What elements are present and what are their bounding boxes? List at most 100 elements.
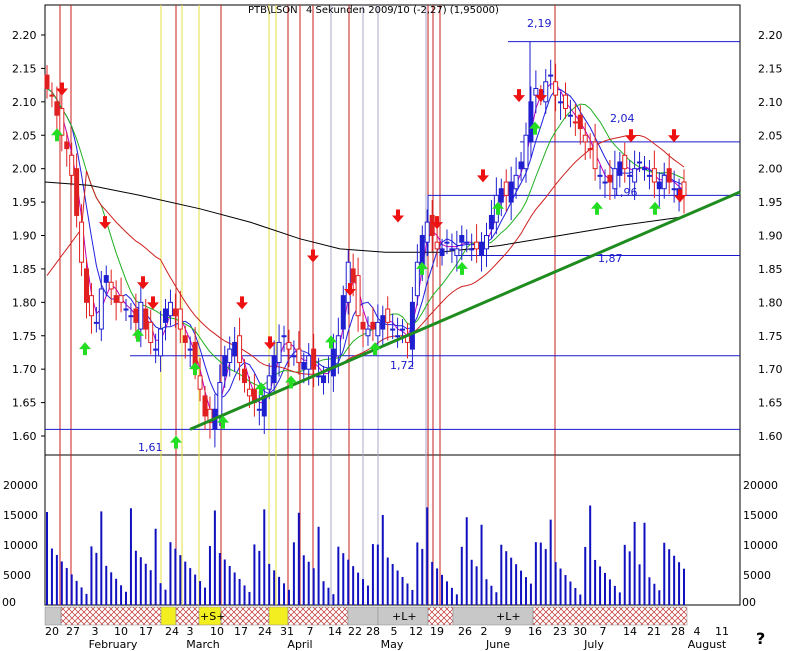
- date-label: 3: [92, 625, 99, 638]
- date-label: 9: [505, 625, 512, 638]
- band-segment: [60, 606, 162, 626]
- candle-body: [617, 161, 623, 176]
- month-label: August: [688, 638, 727, 651]
- candle-body: [128, 315, 134, 318]
- price-tick-right: 2.15: [758, 62, 783, 75]
- price-tick-left: 1.85: [12, 263, 37, 276]
- date-label: 31: [280, 625, 294, 638]
- month-label: April: [287, 638, 312, 651]
- candle-body: [572, 121, 578, 124]
- candle-body: [498, 188, 504, 203]
- candle-body: [345, 261, 351, 303]
- date-label: 26: [458, 625, 472, 638]
- candle-body: [444, 241, 450, 244]
- candle-body: [271, 355, 277, 384]
- price-pane: [44, 4, 741, 456]
- date-label: 10: [210, 625, 224, 638]
- candle-body: [88, 295, 94, 317]
- candle-body: [143, 308, 149, 330]
- candle-body: [158, 328, 164, 357]
- candle-body: [321, 375, 327, 384]
- date-label: 28: [366, 625, 380, 638]
- price-tick-left: 1.80: [12, 296, 37, 309]
- price-tick-right: 1.75: [758, 330, 783, 343]
- candle-body: [74, 168, 80, 216]
- candle-body: [59, 108, 65, 136]
- band-segment: [175, 606, 200, 626]
- date-label: 19: [430, 625, 444, 638]
- chart-title-overlay: 4 Sekunden 2009/10 (-2,27) (1,95000): [306, 5, 499, 16]
- price-tick-right: 1.80: [758, 296, 783, 309]
- level-label: 1,87: [598, 252, 623, 265]
- band-segment: [347, 606, 379, 626]
- candle-body: [360, 321, 366, 330]
- candle-body: [622, 154, 628, 170]
- level-label: 1,72: [390, 359, 415, 372]
- volume-tick-right: 5000: [743, 569, 771, 582]
- candle-body: [93, 321, 99, 324]
- price-tick-right: 1.70: [758, 363, 783, 376]
- price-tick-right: 2.20: [758, 29, 783, 42]
- date-label: 12: [409, 625, 423, 638]
- candle-body: [488, 214, 494, 230]
- candle-body: [641, 168, 647, 171]
- date-label: 17: [234, 625, 248, 638]
- volume-tick-left: 15000: [3, 509, 38, 522]
- candle-body: [409, 301, 415, 350]
- candle-body: [553, 81, 559, 96]
- candle-body: [449, 248, 455, 251]
- candle-body: [518, 161, 524, 170]
- candle-body: [227, 348, 233, 363]
- candle-body: [64, 141, 70, 150]
- price-tick-left: 1.75: [12, 330, 37, 343]
- price-tick-right: 1.95: [758, 196, 783, 209]
- level-label: 2,19: [527, 17, 552, 30]
- candle-body: [558, 101, 564, 104]
- candle-body: [98, 288, 104, 330]
- candle-body: [503, 181, 509, 196]
- candle-body: [424, 221, 430, 243]
- band-segment: [220, 606, 270, 626]
- date-label: 11: [715, 625, 729, 638]
- price-tick-left: 2.20: [12, 29, 37, 42]
- candle-body: [167, 301, 173, 317]
- band-label: +L+: [496, 610, 521, 623]
- candle-body: [429, 214, 435, 236]
- candle-body: [483, 235, 489, 250]
- date-label: 16: [528, 625, 542, 638]
- candle-body: [79, 221, 85, 263]
- chart-background: [44, 4, 741, 606]
- date-label: 10: [114, 625, 128, 638]
- candle-body: [370, 321, 376, 330]
- date-label: 5: [391, 625, 398, 638]
- price-tick-left: 1.95: [12, 196, 37, 209]
- price-tick-right: 1.65: [758, 397, 783, 410]
- candle-body: [627, 174, 633, 177]
- candle-body: [637, 161, 643, 164]
- candle-body: [266, 375, 272, 390]
- date-label: 24: [165, 625, 179, 638]
- candle-body: [340, 295, 346, 330]
- candle-body: [592, 141, 598, 170]
- candle-body: [439, 248, 445, 257]
- volume-corner-label-right: 00: [742, 596, 756, 609]
- candle-body: [567, 114, 573, 117]
- candle-body: [217, 382, 223, 417]
- candle-body: [380, 315, 386, 330]
- price-tick-left: 1.65: [12, 397, 37, 410]
- price-tick-right: 2.00: [758, 163, 783, 176]
- month-label: March: [186, 638, 220, 651]
- candle-body: [291, 355, 297, 358]
- candle-body: [454, 248, 460, 257]
- candle-body: [469, 248, 475, 251]
- date-label: 23: [553, 625, 567, 638]
- candle-body: [350, 268, 356, 283]
- help-icon[interactable]: ?: [756, 629, 765, 648]
- candle-body: [661, 174, 667, 190]
- band-segment: [427, 606, 454, 626]
- candle-body: [281, 335, 287, 338]
- candle-body: [607, 174, 613, 183]
- candle-body: [69, 154, 75, 176]
- price-tick-right: 1.60: [758, 430, 783, 443]
- date-label: 22: [348, 625, 362, 638]
